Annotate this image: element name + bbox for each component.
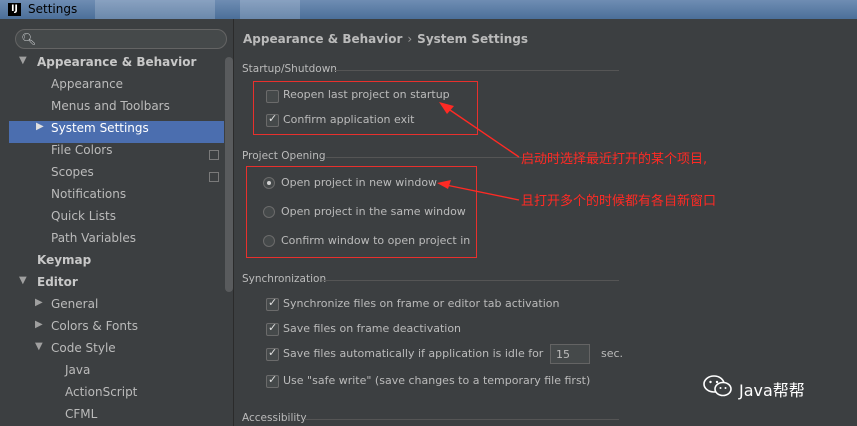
intellij-app-icon: IJ — [8, 3, 21, 16]
annotation-arrowhead — [437, 180, 451, 189]
blurred-title-area — [95, 0, 215, 19]
annotation-arrowhead — [439, 102, 454, 114]
tree-item-general[interactable]: ▶ General — [35, 297, 98, 319]
tree-item-cfml[interactable]: CFML — [65, 407, 97, 426]
tree-item-file-colors[interactable]: File Colors — [51, 143, 112, 165]
watermark: Java帮帮 — [703, 375, 805, 401]
tree-item-quick-lists[interactable]: Quick Lists — [51, 209, 116, 231]
watermark-text: Java帮帮 — [739, 381, 805, 400]
tree-item-notifications[interactable]: Notifications — [51, 187, 126, 209]
tree-item-java[interactable]: Java — [65, 363, 90, 385]
window-title: Settings — [28, 2, 78, 16]
project-scope-icon — [209, 150, 219, 160]
tree-item-system-settings[interactable]: ▶ System Settings — [9, 121, 224, 143]
annotation-arrows — [437, 102, 520, 201]
settings-tree-panel: 🔍︎ ▼ Appearance & Behavior Appearance Me… — [0, 19, 234, 426]
tree-item-editor[interactable]: ▼ Editor — [19, 275, 78, 297]
tree-item-scopes[interactable]: Scopes — [51, 165, 94, 187]
settings-content-panel: Appearance & Behavior › System Settings St… — [234, 19, 857, 426]
chevron-down-icon: ▼ — [35, 341, 43, 352]
annotation-arrow — [446, 107, 520, 158]
project-scope-icon — [209, 172, 219, 182]
chevron-down-icon: ▼ — [19, 55, 27, 66]
tree-item-actionscript[interactable]: ActionScript — [65, 385, 137, 407]
wechat-icon — [703, 375, 732, 397]
tree-item-colors-fonts[interactable]: ▶ Colors & Fonts — [35, 319, 138, 341]
tree-scrollbar[interactable] — [225, 57, 233, 292]
search-input[interactable]: 🔍︎ — [15, 29, 227, 49]
annotation-note-1: 启动时选择最近打开的某个项目, — [521, 152, 708, 167]
chevron-right-icon: ▶ — [35, 297, 43, 308]
annotation-arrow — [445, 184, 520, 201]
chevron-right-icon: ▶ — [36, 121, 44, 132]
tree-item-path-variables[interactable]: Path Variables — [51, 231, 136, 253]
tree-item-code-style[interactable]: ▼ Code Style — [35, 341, 116, 363]
settings-window: IJ Settings 🔍︎ ▼ Appearance & Behavior A… — [0, 0, 857, 426]
annotation-note-2: 且打开多个的时候都有各自新窗口 — [521, 194, 717, 209]
tree-item-keymap[interactable]: Keymap — [37, 253, 91, 275]
chevron-down-icon: ▼ — [19, 275, 27, 286]
tree-item-appearance[interactable]: Appearance — [51, 77, 123, 99]
chevron-right-icon: ▶ — [35, 319, 43, 330]
search-icon: 🔍︎ — [21, 32, 37, 46]
tree-item-menus-toolbars[interactable]: Menus and Toolbars — [51, 99, 170, 121]
tree-item-appearance-behavior[interactable]: ▼ Appearance & Behavior — [19, 55, 196, 77]
blurred-title-area — [240, 0, 300, 19]
title-bar: IJ Settings — [0, 0, 857, 20]
